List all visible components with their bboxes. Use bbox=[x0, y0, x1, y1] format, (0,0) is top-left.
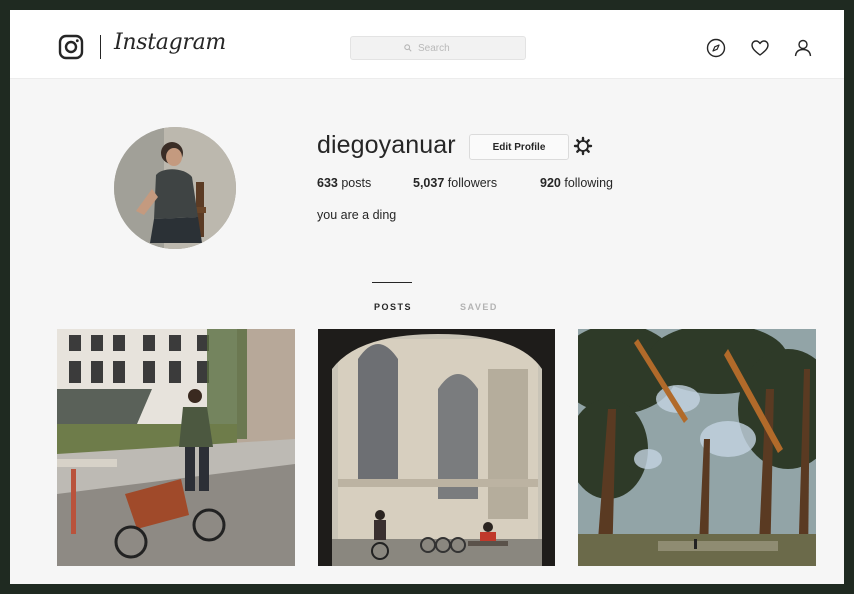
posts-count-label: posts bbox=[341, 176, 372, 190]
following-count-value: 920 bbox=[540, 176, 561, 190]
profile-bio: you are a ding bbox=[317, 208, 397, 222]
gear-icon[interactable] bbox=[573, 136, 593, 156]
followers-count-label: followers bbox=[447, 176, 498, 190]
tab-posts[interactable]: POSTS bbox=[374, 302, 412, 312]
edit-profile-button[interactable]: Edit Profile bbox=[469, 134, 569, 160]
following-count-label: following bbox=[564, 176, 613, 190]
heart-icon[interactable] bbox=[750, 38, 770, 58]
instagram-camera-icon[interactable] bbox=[58, 34, 84, 60]
logo-divider bbox=[100, 35, 101, 59]
compass-icon[interactable] bbox=[706, 38, 726, 58]
followers-count-value: 5,037 bbox=[413, 176, 445, 190]
person-icon[interactable] bbox=[793, 38, 813, 58]
tab-active-indicator bbox=[372, 282, 412, 283]
search-input[interactable] bbox=[416, 41, 472, 55]
following-count[interactable]: 920 following bbox=[540, 176, 613, 190]
posts-count-value: 633 bbox=[317, 176, 338, 190]
tab-saved[interactable]: SAVED bbox=[460, 302, 498, 312]
search-icon bbox=[404, 44, 412, 52]
username: diegoyanuar bbox=[317, 131, 456, 159]
top-nav: Instagram bbox=[10, 10, 844, 79]
search-box[interactable] bbox=[350, 36, 526, 60]
avatar[interactable] bbox=[114, 127, 236, 249]
instagram-window: Instagram Search diegoyanuar Edit Profil… bbox=[10, 10, 844, 584]
post-thumbnail[interactable] bbox=[57, 329, 295, 566]
instagram-wordmark[interactable]: Instagram bbox=[114, 30, 226, 55]
post-thumbnail[interactable] bbox=[578, 329, 816, 566]
posts-count: 633 posts bbox=[317, 176, 371, 190]
followers-count[interactable]: 5,037 followers bbox=[413, 176, 497, 190]
post-thumbnail[interactable] bbox=[318, 329, 555, 566]
